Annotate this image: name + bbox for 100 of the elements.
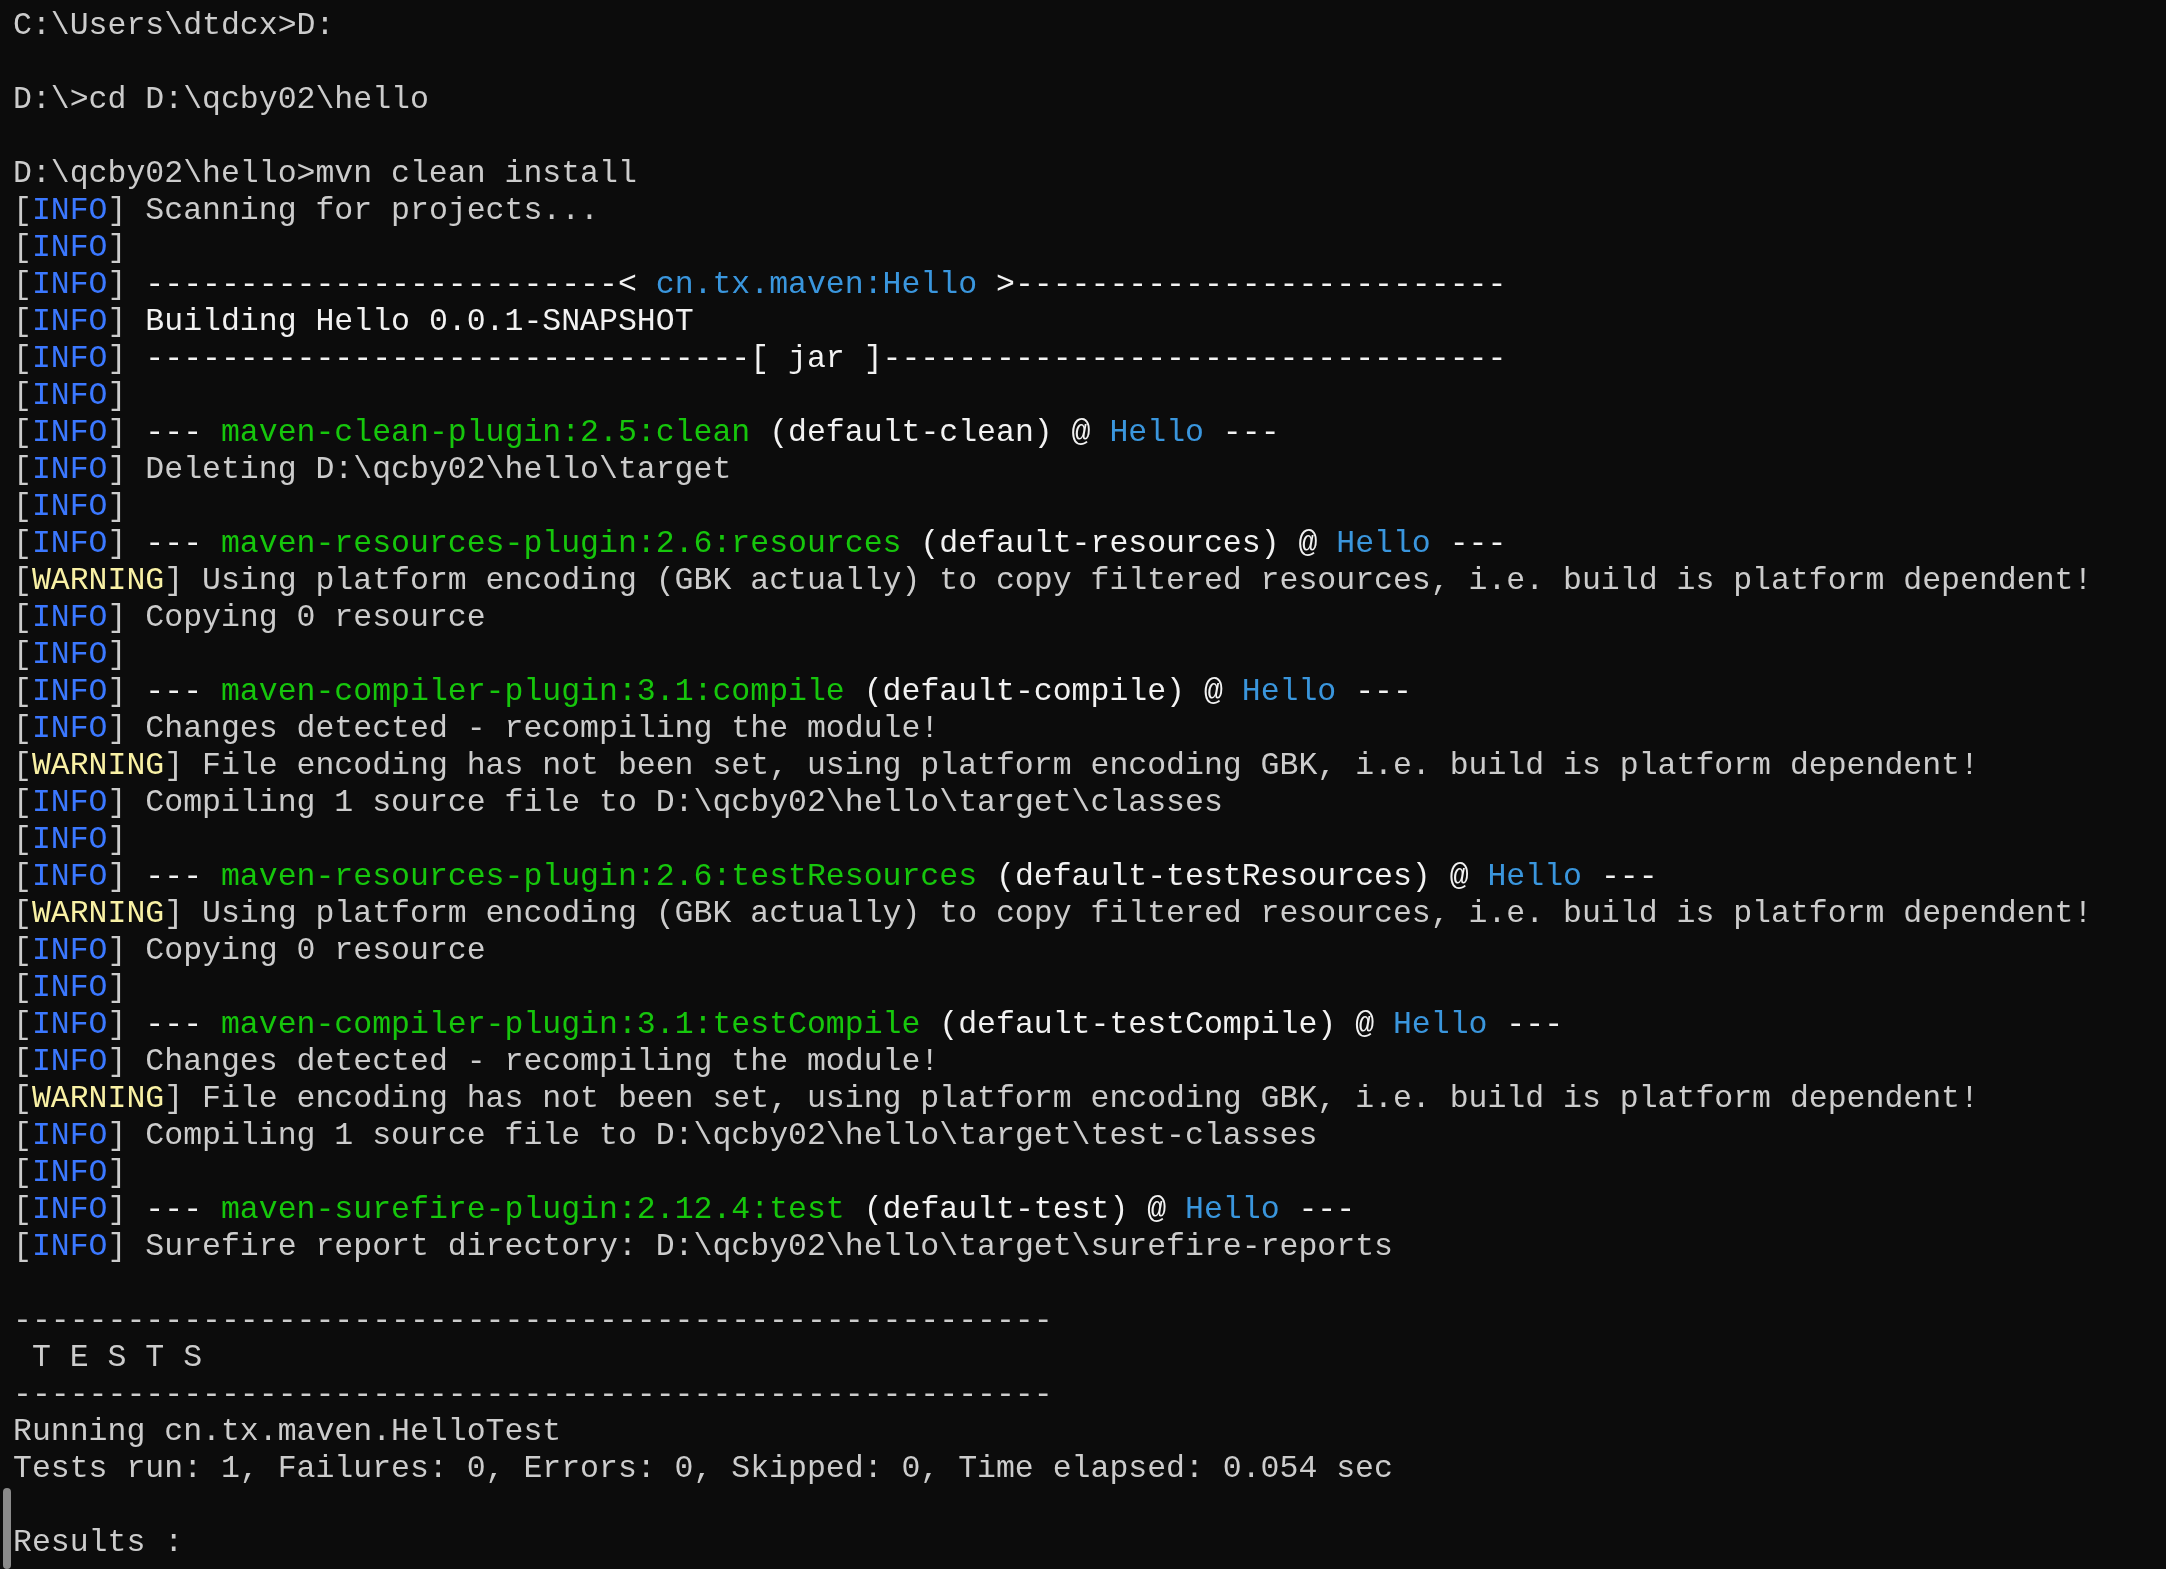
console-text: >-------------------------- — [995, 266, 1507, 303]
plugin-goal-text: maven-resources-plugin:2.6:testResources — [220, 858, 978, 895]
info-level-label: INFO — [31, 266, 108, 303]
info-level-label: INFO — [31, 1191, 108, 1228]
console-text: ] Using platform encoding (GBK actually) to copy filtered resources, i.e. build is platform dependent! — [164, 562, 2093, 599]
info-level-label: INFO — [31, 340, 108, 377]
console-text: ------------------------------------------------------- — [13, 1302, 1053, 1339]
artifact-name-text: Hello — [1392, 1006, 1488, 1043]
console-text: [ — [13, 969, 32, 1006]
console-text: ] — [107, 488, 127, 525]
console-text: ] Copying 0 resource — [107, 599, 486, 636]
info-level-label: INFO — [31, 599, 108, 636]
console-text: ] — [107, 229, 127, 266]
console-text: ] — [107, 266, 127, 303]
console-text: [ — [13, 710, 32, 747]
info-level-label: INFO — [31, 451, 108, 488]
info-level-label: INFO — [31, 1154, 108, 1191]
info-level-label: INFO — [31, 192, 108, 229]
console-text: (default-test) @ — [862, 1191, 1168, 1228]
console-text: [ — [13, 784, 32, 821]
artifact-name-text: Hello — [1185, 1191, 1280, 1228]
console-text: ] — [107, 303, 127, 340]
console-text: --- — [1221, 414, 1280, 451]
console-text: Results : — [13, 1524, 184, 1561]
info-level-label: INFO — [31, 932, 108, 969]
console-text: ] — [107, 414, 127, 451]
console-text: ] Changes detected - recompiling the module! — [107, 1043, 940, 1080]
console-text: ] — [107, 636, 127, 673]
plugin-goal-text: maven-resources-plugin:2.6:resources — [220, 525, 902, 562]
info-level-label: INFO — [31, 525, 108, 562]
console-text: --- — [1599, 858, 1658, 895]
info-level-label: INFO — [31, 229, 108, 266]
console-text: [ — [13, 451, 32, 488]
console-text: ] — [107, 858, 127, 895]
console-text: [ — [13, 377, 32, 414]
info-level-label: INFO — [31, 414, 108, 451]
warning-level-label: WARNING — [31, 1080, 165, 1117]
info-level-label: INFO — [31, 784, 108, 821]
info-level-label: INFO — [31, 377, 108, 414]
console-text: ] Copying 0 resource — [107, 932, 486, 969]
plugin-goal-text: maven-compiler-plugin:3.1:testCompile — [220, 1006, 921, 1043]
console-text: --- — [144, 414, 204, 451]
console-text: ] Surefire report directory: D:\qcby02\hello\target\surefire-reports — [107, 1228, 1393, 1265]
console-text: (default-testResources) @ — [994, 858, 1470, 895]
console-text: ] — [107, 1006, 127, 1043]
console-text: [ — [13, 636, 32, 673]
info-level-label: INFO — [31, 1228, 108, 1265]
info-level-label: INFO — [31, 1043, 108, 1080]
info-level-label: INFO — [31, 303, 108, 340]
console-text: ] — [107, 1154, 127, 1191]
artifact-name-text: cn.tx.maven:Hello — [655, 266, 978, 303]
console-text: --- — [1448, 525, 1507, 562]
console-text: (default-compile) @ — [862, 673, 1224, 710]
console-text: [ — [13, 1006, 32, 1043]
console-text: [ — [13, 599, 32, 636]
plugin-goal-text: maven-surefire-plugin:2.12.4:test — [220, 1191, 845, 1228]
console-text: [ — [13, 1117, 32, 1154]
console-text: ] File encoding has not been set, using platform encoding GBK, i.e. build is platform dependent! — [164, 1080, 1979, 1117]
console-text: [ — [13, 488, 32, 525]
console-text: D:\qcby02\hello>mvn clean install — [13, 155, 637, 192]
warning-level-label: WARNING — [31, 562, 165, 599]
console-text: --- — [144, 673, 204, 710]
console-text: T E S T S — [30, 1339, 203, 1376]
info-level-label: INFO — [31, 969, 108, 1006]
scrollbar-thumb[interactable] — [3, 1488, 11, 1569]
info-level-label: INFO — [31, 1006, 108, 1043]
console-text: ] Changes detected - recompiling the module! — [107, 710, 940, 747]
console-text: ] Deleting D:\qcby02\hello\target — [107, 451, 732, 488]
console-text: ] Compiling 1 source file to D:\qcby02\hello\target\classes — [107, 784, 1223, 821]
console-text: ] — [107, 821, 127, 858]
console-text: [ — [13, 414, 32, 451]
console-text: [ — [13, 1154, 32, 1191]
console-text: ] — [107, 525, 127, 562]
console-text: [ — [13, 303, 32, 340]
console-text: (default-testCompile) @ — [938, 1006, 1376, 1043]
console-text: --- — [144, 858, 204, 895]
artifact-name-text: Hello — [1336, 525, 1431, 562]
console-text: [ — [13, 525, 32, 562]
info-level-label: INFO — [31, 636, 108, 673]
warning-level-label: WARNING — [31, 747, 165, 784]
info-level-label: INFO — [31, 488, 108, 525]
console-text: Tests run: 1, Failures: 0, Errors: 0, Skipped: 0, Time elapsed: 0.054 sec — [13, 1450, 1393, 1487]
artifact-name-text: Hello — [1487, 858, 1582, 895]
console-text: D:\>cd D:\qcby02\hello — [13, 81, 429, 118]
info-level-label: INFO — [31, 821, 108, 858]
console-text: [ — [13, 1080, 32, 1117]
console-text: ] Compiling 1 source file to D:\qcby02\hello\target\test-classes — [107, 1117, 1318, 1154]
console-text: C:\Users\dtdcx>D: — [13, 7, 335, 44]
console-text: ] — [107, 340, 127, 377]
console-text: ------------------------------------------------------- — [13, 1376, 1053, 1413]
warning-level-label: WARNING — [31, 895, 165, 932]
console-text: ] File encoding has not been set, using platform encoding GBK, i.e. build is platform dependent! — [164, 747, 1979, 784]
console-text: [ — [13, 673, 32, 710]
console-text: [ — [13, 562, 32, 599]
console-text: [ — [13, 1043, 32, 1080]
plugin-goal-text: maven-compiler-plugin:3.1:compile — [220, 673, 845, 710]
info-level-label: INFO — [31, 1117, 108, 1154]
console-text: --- — [144, 1191, 204, 1228]
console-text: [ — [13, 340, 32, 377]
console-text: Building Hello 0.0.1-SNAPSHOT — [144, 303, 694, 340]
